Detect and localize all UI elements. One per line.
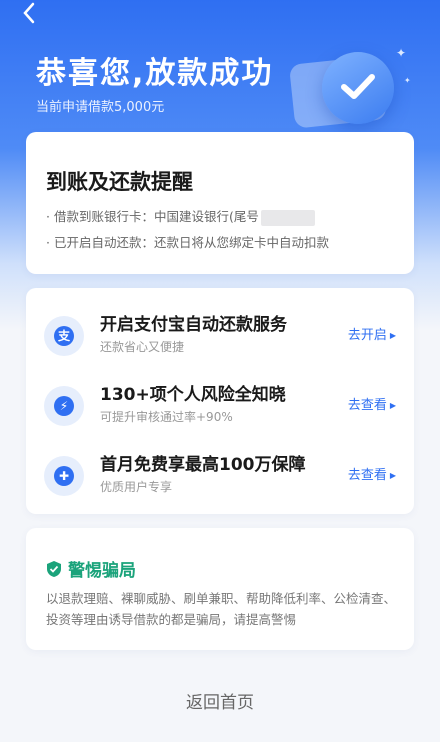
fraud-warning-card: 警惕骗局 以退款理赔、裸聊威胁、刷单兼职、帮助降低利率、公检清查、投资等理由诱导…: [26, 528, 414, 650]
service-row-alipay[interactable]: 支 开启支付宝自动还款服务 还款省心又便捷 去开启 ▶: [26, 302, 414, 362]
service-title: 首月免费享最高100万保障: [100, 455, 306, 475]
heart-shield-icon: ✚: [44, 456, 84, 496]
shield-check-icon: [47, 561, 61, 577]
service-subtitle: 可提升审核通过率+90%: [100, 410, 233, 424]
notice-title: 到账及还款提醒: [46, 170, 193, 194]
repayment-notice-card: 到账及还款提醒 · 借款到账银行卡：中国建设银行(尾号 · 已开启自动还款：还款…: [26, 132, 414, 274]
sparkle-icon: ✦: [404, 76, 411, 85]
page-title: 恭喜您,放款成功: [36, 56, 274, 91]
service-action-link[interactable]: 去查看 ▶: [348, 394, 396, 413]
warning-heading: 警惕骗局: [46, 556, 136, 581]
service-subtitle: 还款省心又便捷: [100, 340, 185, 354]
services-card: 支 开启支付宝自动还款服务 还款省心又便捷 去开启 ▶ ⚡ 130+项个人风险全知…: [26, 288, 414, 514]
service-title: 开启支付宝自动还款服务: [100, 315, 287, 335]
warning-text: 以退款理赔、裸聊威胁、刷单兼职、帮助降低利率、公检清查、投资等理由诱导借款的都是…: [46, 591, 397, 627]
loan-amount-text: 当前申请借款5,000元: [36, 100, 165, 115]
masked-card-number: [260, 209, 315, 226]
chevron-left-icon: [23, 2, 35, 24]
service-action-link[interactable]: 去开启 ▶: [348, 324, 396, 343]
shield-icon: ⚡: [44, 386, 84, 426]
bank-card-text: · 借款到账银行卡：中国建设银行(尾号: [46, 209, 259, 224]
triangle-right-icon: ▶: [389, 401, 396, 410]
service-action-link[interactable]: 去查看 ▶: [348, 464, 396, 483]
triangle-right-icon: ▶: [389, 331, 396, 340]
back-button[interactable]: [22, 2, 50, 30]
success-check-icon: [322, 52, 394, 124]
bank-card-line: · 借款到账银行卡：中国建设银行(尾号: [46, 206, 315, 226]
back-home-button[interactable]: 返回首页: [170, 688, 270, 716]
service-title: 130+项个人风险全知晓: [100, 385, 286, 405]
triangle-right-icon: ▶: [389, 471, 396, 480]
sparkle-icon: ✦: [396, 46, 407, 60]
alipay-icon: 支: [44, 316, 84, 356]
warning-title: 警惕骗局: [68, 561, 136, 581]
service-row-risk[interactable]: ⚡ 130+项个人风险全知晓 可提升审核通过率+90% 去查看 ▶: [26, 372, 414, 432]
service-subtitle: 优质用户专享: [100, 480, 173, 494]
auto-repay-line: · 已开启自动还款：还款日将从您绑定卡中自动扣款: [46, 235, 329, 250]
service-row-insurance[interactable]: ✚ 首月免费享最高100万保障 优质用户专享 去查看 ▶: [26, 442, 414, 502]
